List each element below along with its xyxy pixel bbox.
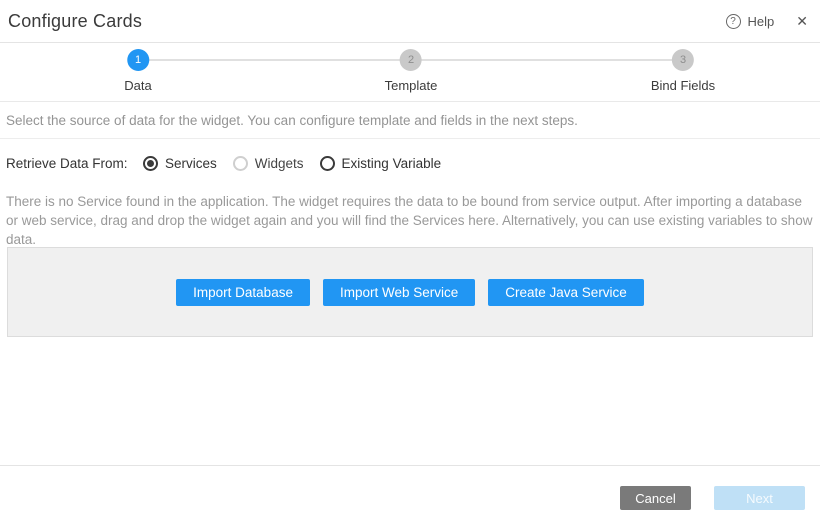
close-icon[interactable]: ✕: [796, 14, 808, 28]
step-template-label: Template: [385, 78, 438, 93]
dialog-footer: Cancel Next: [0, 465, 820, 524]
radio-option-services[interactable]: Services: [143, 156, 217, 171]
wizard-stepper: 1 Data 2 Template 3 Bind Fields: [0, 43, 820, 102]
radio-services-input[interactable]: [143, 156, 158, 171]
create-java-service-button[interactable]: Create Java Service: [488, 279, 644, 306]
step-data[interactable]: 1 Data: [124, 49, 151, 93]
radio-option-existing-variable[interactable]: Existing Variable: [320, 156, 442, 171]
help-link[interactable]: Help: [748, 14, 775, 29]
intro-helper-text: Select the source of data for the widget…: [0, 102, 820, 139]
dialog-header: Configure Cards ? Help ✕: [0, 0, 820, 43]
help-icon[interactable]: ?: [726, 14, 741, 29]
radio-services-label: Services: [165, 156, 217, 171]
radio-existing-variable-label: Existing Variable: [342, 156, 442, 171]
import-web-service-button[interactable]: Import Web Service: [323, 279, 475, 306]
import-database-button[interactable]: Import Database: [176, 279, 310, 306]
radio-widgets-input[interactable]: [233, 156, 248, 171]
service-actions-panel: Import Database Import Web Service Creat…: [7, 247, 813, 337]
page-title: Configure Cards: [8, 11, 142, 32]
header-actions: ? Help ✕: [726, 14, 808, 29]
step-bind-fields-label: Bind Fields: [651, 78, 715, 93]
radio-widgets-label: Widgets: [255, 156, 304, 171]
step-template-circle: 2: [400, 49, 422, 71]
step-data-label: Data: [124, 78, 151, 93]
step-template[interactable]: 2 Template: [385, 49, 438, 93]
radio-option-widgets[interactable]: Widgets: [233, 156, 304, 171]
step-bind-fields[interactable]: 3 Bind Fields: [651, 49, 715, 93]
cancel-button[interactable]: Cancel: [620, 486, 691, 510]
step-bind-fields-circle: 3: [672, 49, 694, 71]
no-service-message: There is no Service found in the applica…: [6, 192, 814, 249]
radio-existing-variable-input[interactable]: [320, 156, 335, 171]
step-data-circle: 1: [127, 49, 149, 71]
next-button[interactable]: Next: [714, 486, 805, 510]
retrieve-data-label: Retrieve Data From:: [6, 156, 143, 171]
retrieve-data-row: Retrieve Data From: Services Widgets Exi…: [6, 151, 814, 175]
